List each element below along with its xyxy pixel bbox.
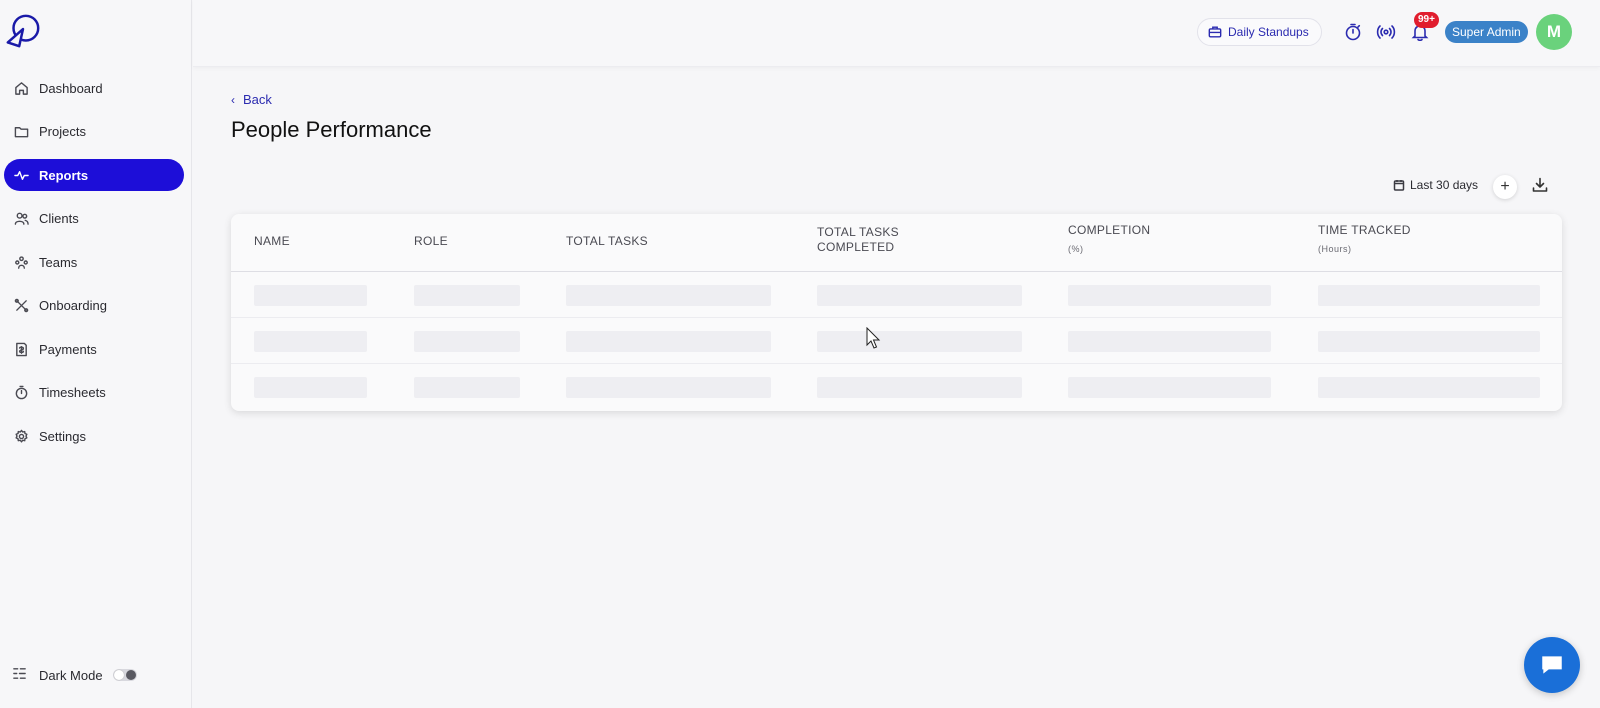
sidebar-item-dashboard[interactable]: Dashboard <box>4 72 184 104</box>
sidebar-item-label: Onboarding <box>39 298 107 313</box>
calendar-icon <box>1393 180 1405 191</box>
back-link[interactable]: ‹ Back <box>231 92 272 107</box>
skeleton-cell <box>414 377 520 398</box>
team-icon <box>12 253 30 271</box>
app-logo[interactable] <box>4 12 42 50</box>
date-range-selector[interactable]: Last 30 days <box>1393 178 1478 192</box>
column-header-total-tasks[interactable]: TOTAL TASKS <box>566 234 648 249</box>
dark-mode-toggle[interactable] <box>112 669 137 681</box>
dark-mode-control: Dark Mode <box>12 666 137 684</box>
table-header: NAME ROLE TOTAL TASKS TOTAL TASKS COMPLE… <box>231 214 1562 272</box>
skeleton-cell <box>414 331 520 352</box>
skeleton-cell <box>414 285 520 306</box>
column-header-role[interactable]: ROLE <box>414 234 448 249</box>
skeleton-cell <box>1318 377 1540 398</box>
role-badge[interactable]: Super Admin <box>1445 21 1528 43</box>
add-button[interactable]: + <box>1493 175 1517 199</box>
sidebar-item-label: Payments <box>39 341 97 357</box>
skeleton-cell <box>254 285 367 306</box>
skeleton-cell <box>566 331 771 352</box>
back-label: Back <box>243 92 272 107</box>
column-header-time-tracked[interactable]: TIME TRACKED (Hours) <box>1318 223 1411 257</box>
download-icon[interactable] <box>1531 176 1551 196</box>
column-header-name[interactable]: NAME <box>254 234 290 249</box>
sidebar-item-reports[interactable]: Reports <box>4 159 184 191</box>
sidebar: Dashboard Projects Reports Clients Teams… <box>0 0 192 708</box>
sidebar-item-teams[interactable]: Teams <box>4 246 184 278</box>
sidebar-item-settings[interactable]: Settings <box>4 420 184 452</box>
sidebar-item-label: Teams <box>39 254 78 270</box>
avatar[interactable]: M <box>1536 14 1572 50</box>
sidebar-item-label: Reports <box>39 167 89 183</box>
page-title: People Performance <box>231 117 432 142</box>
sidebar-item-label: Settings <box>39 428 86 444</box>
briefcase-icon <box>1208 26 1222 38</box>
mouse-cursor-icon <box>866 327 881 349</box>
sidebar-item-clients[interactable]: Clients <box>4 203 184 235</box>
timer-icon[interactable] <box>1343 22 1363 42</box>
sidebar-item-label: Dashboard <box>39 80 103 96</box>
chevron-left-icon: ‹ <box>231 92 235 107</box>
chat-bubble-icon <box>1542 656 1562 674</box>
chat-support-button[interactable] <box>1524 637 1580 693</box>
table-row-skeleton <box>231 272 1562 318</box>
skeleton-cell <box>1318 331 1540 352</box>
column-header-time-tracked-unit: (Hours) <box>1318 244 1352 254</box>
folder-icon <box>12 123 30 141</box>
column-header-completion-unit: (%) <box>1068 244 1084 254</box>
sidebar-nav: Dashboard Projects Reports Clients Teams… <box>0 72 192 464</box>
skeleton-cell <box>566 377 771 398</box>
column-header-completion[interactable]: COMPLETION (%) <box>1068 223 1150 257</box>
skeleton-cell <box>817 285 1022 306</box>
sidebar-item-onboarding[interactable]: Onboarding <box>4 290 184 322</box>
sidebar-item-label: Clients <box>39 211 79 226</box>
table-row-skeleton <box>231 364 1562 410</box>
home-icon <box>12 79 30 97</box>
sidebar-item-projects[interactable]: Projects <box>4 116 184 148</box>
sidebar-item-payments[interactable]: Payments <box>4 333 184 365</box>
sidebar-item-label: Timesheets <box>39 385 106 400</box>
skeleton-cell <box>254 377 367 398</box>
skeleton-cell <box>1068 285 1271 306</box>
skeleton-cell <box>1318 285 1540 306</box>
table-row-skeleton <box>231 318 1562 364</box>
invoice-icon <box>12 340 30 358</box>
sidebar-item-label: Projects <box>39 124 86 139</box>
skeleton-cell <box>1068 377 1271 398</box>
skeleton-cell <box>817 331 1022 352</box>
date-range-label: Last 30 days <box>1410 178 1479 192</box>
stopwatch-icon <box>12 384 30 402</box>
column-header-tasks-completed[interactable]: TOTAL TASKS COMPLETED <box>817 225 927 255</box>
skeleton-cell <box>817 377 1022 398</box>
list-settings-icon <box>12 666 27 684</box>
notification-badge: 99+ <box>1414 12 1439 28</box>
tools-icon <box>12 297 30 315</box>
dark-mode-label: Dark Mode <box>39 667 103 683</box>
sidebar-item-timesheets[interactable]: Timesheets <box>4 377 184 409</box>
skeleton-cell <box>1068 331 1271 352</box>
daily-standups-button[interactable]: Daily Standups <box>1197 18 1322 46</box>
daily-standups-label: Daily Standups <box>1228 25 1309 39</box>
skeleton-cell <box>254 331 367 352</box>
gear-icon <box>12 427 30 445</box>
activity-icon <box>12 166 30 184</box>
broadcast-icon[interactable] <box>1376 22 1396 42</box>
skeleton-cell <box>566 285 771 306</box>
users-icon <box>12 210 30 228</box>
performance-table: NAME ROLE TOTAL TASKS TOTAL TASKS COMPLE… <box>231 214 1562 411</box>
